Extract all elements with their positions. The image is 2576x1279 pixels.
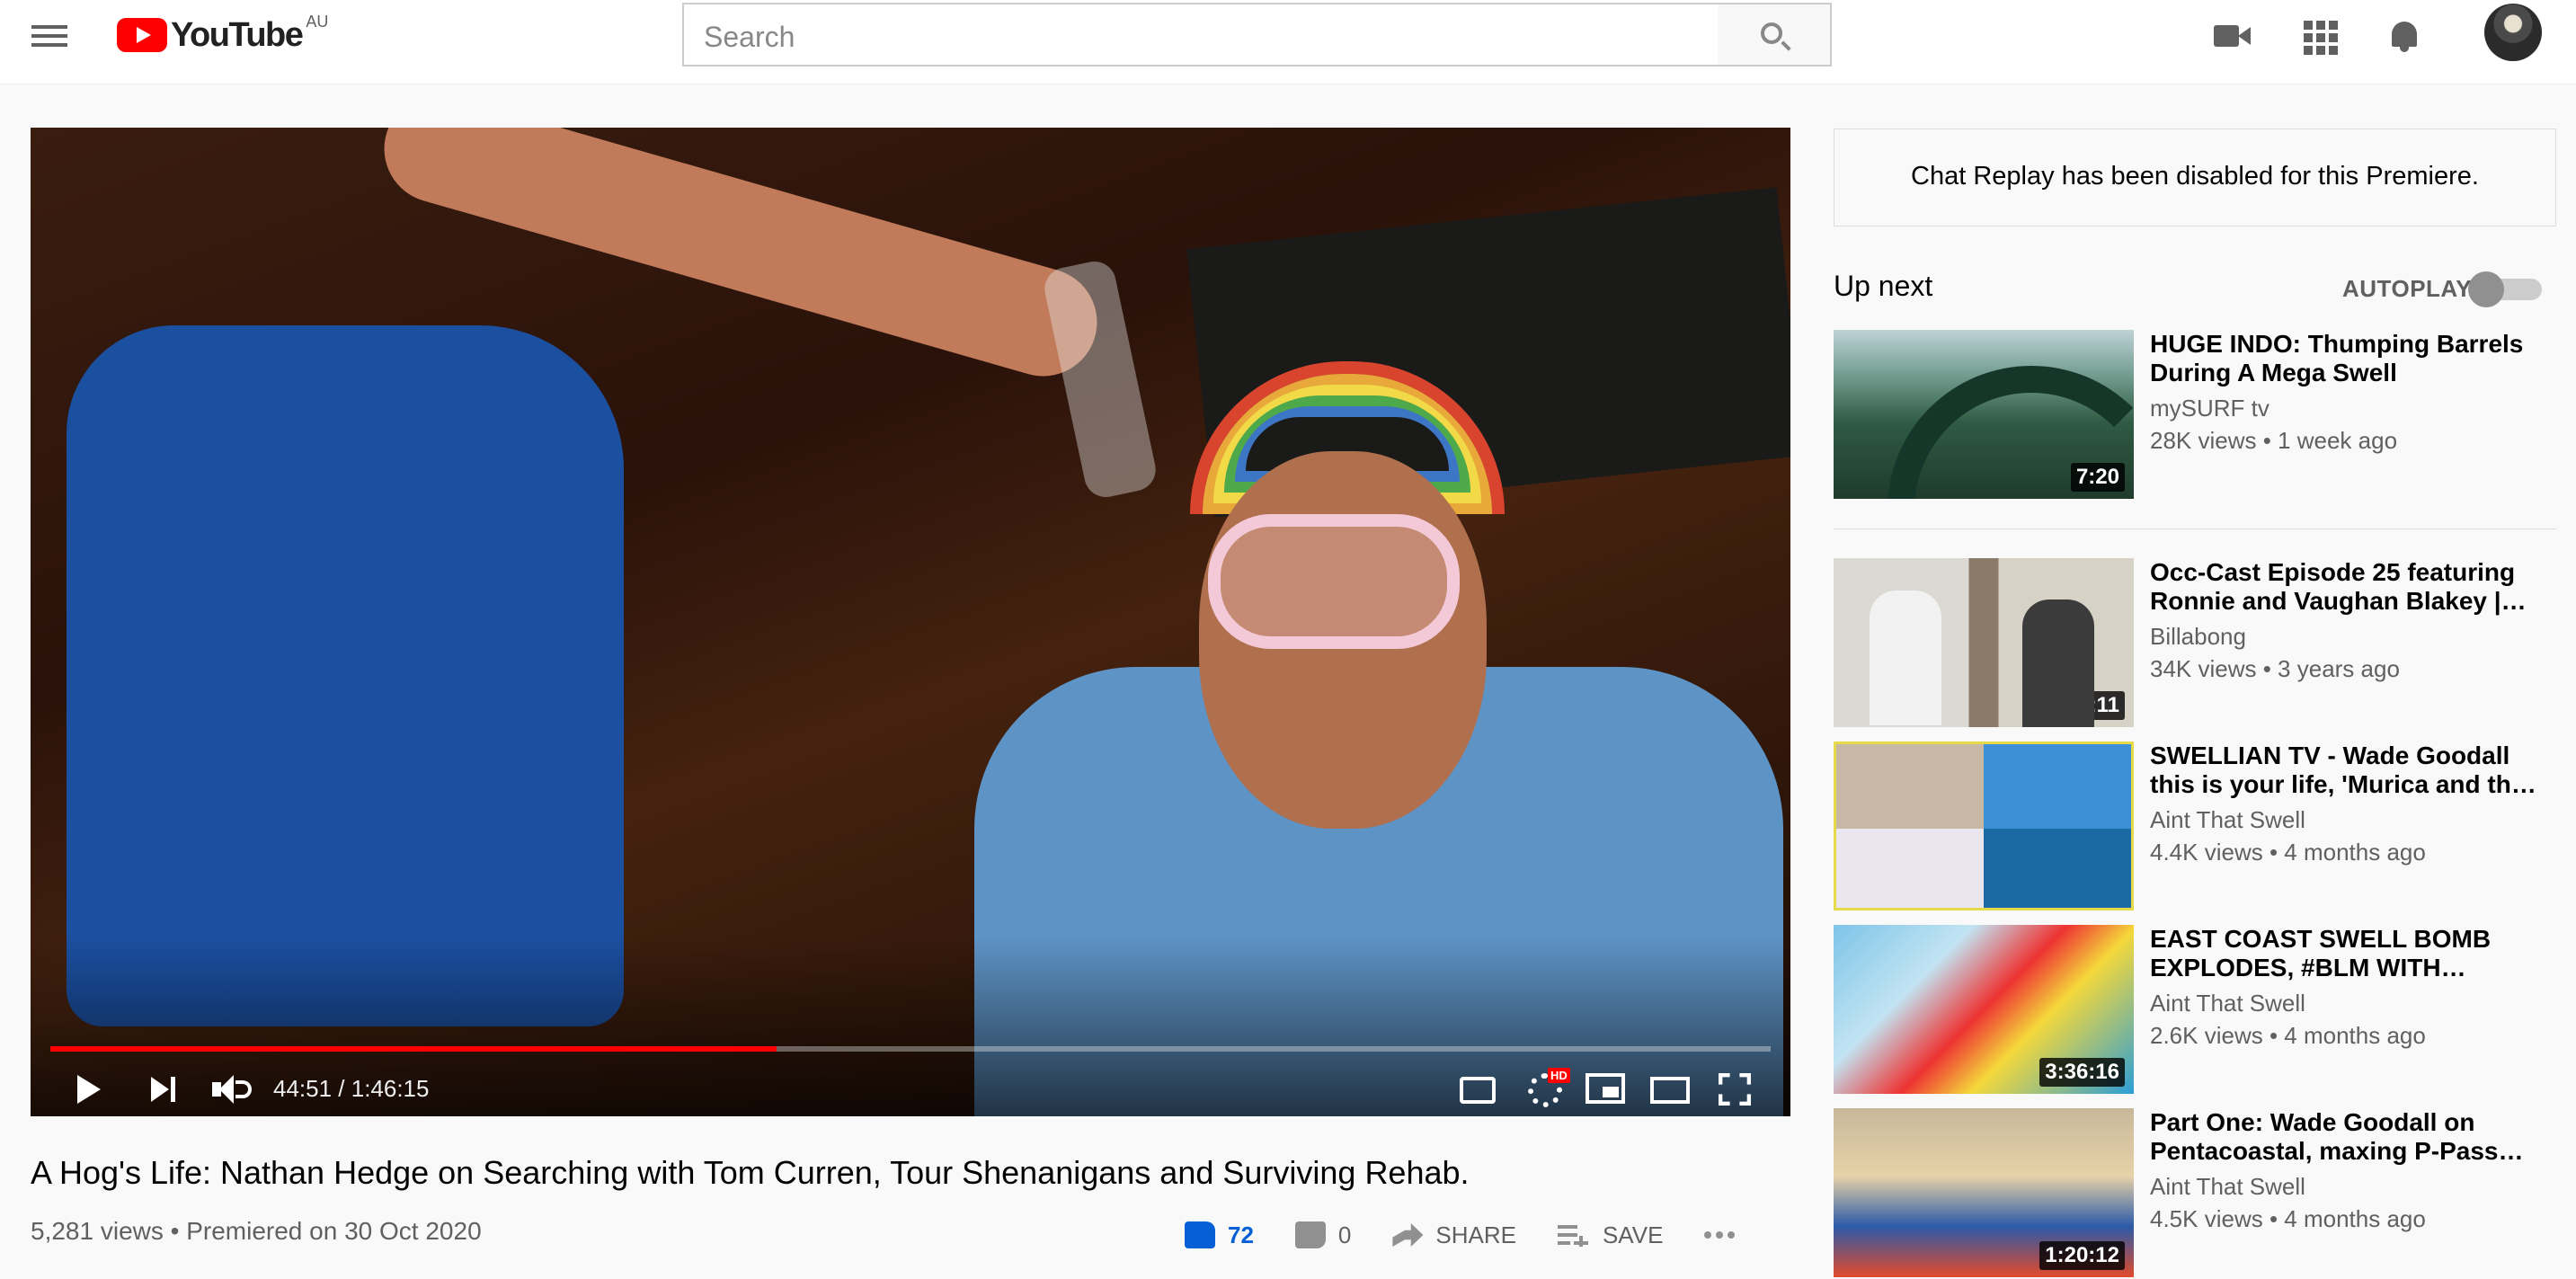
search-icon	[1761, 22, 1782, 44]
video-title[interactable]: SWELLIAN TV - Wade Goodall this is your …	[2150, 742, 2545, 799]
up-next-video[interactable]: 7:20 HUGE INDO: Thumping Barrels During …	[1834, 330, 2560, 501]
thumbs-down-icon	[1294, 1221, 1326, 1248]
play-logo-icon	[117, 18, 167, 52]
related-video[interactable]: 2:56:22 SWELLIAN TV - Wade Goodall this …	[1834, 742, 2560, 912]
search-input[interactable]: Search	[682, 3, 1719, 67]
video-title[interactable]: HUGE INDO: Thumping Barrels During A Meg…	[2150, 330, 2545, 387]
divider	[1834, 528, 2556, 529]
save-label: SAVE	[1602, 1221, 1664, 1248]
next-icon[interactable]	[151, 1077, 178, 1102]
channel-name[interactable]: Billabong	[2150, 623, 2246, 651]
video-title[interactable]: EAST COAST SWELL BOMB EXPLODES, #BLM WIT…	[2150, 925, 2545, 982]
theater-mode-icon[interactable]	[1650, 1077, 1690, 1104]
duration-badge: 3:36:16	[2039, 1058, 2125, 1087]
masthead: YouTube AU Search	[0, 0, 2576, 84]
share-icon	[1392, 1223, 1424, 1247]
video-title: A Hog's Life: Nathan Hedge on Searching …	[31, 1154, 1470, 1191]
video-stats: 34K views • 3 years ago	[2150, 655, 2400, 682]
up-next-heading: Up next	[1834, 270, 1933, 302]
progress-fill	[50, 1046, 777, 1052]
autoplay-toggle[interactable]	[2468, 271, 2542, 307]
save-playlist-icon	[1557, 1223, 1588, 1247]
thumbs-up-icon	[1185, 1221, 1215, 1248]
video-stats: 4.4K views • 4 months ago	[2150, 839, 2426, 866]
duration-badge: 7:20	[2070, 463, 2125, 492]
video-meta: 5,281 views • Premiered on 30 Oct 2020	[31, 1217, 482, 1245]
search-button[interactable]	[1718, 3, 1832, 67]
video-thumbnail[interactable]: 3:36:16	[1834, 925, 2134, 1094]
video-title[interactable]: Occ-Cast Episode 25 featuring Ronnie and…	[2150, 558, 2545, 616]
video-thumbnail[interactable]: 1:20:12	[1834, 1108, 2134, 1277]
dislike-button[interactable]: 0	[1294, 1221, 1352, 1249]
video-stats: 4.5K views • 4 months ago	[2150, 1205, 2426, 1232]
video-stats: 28K views • 1 week ago	[2150, 427, 2398, 454]
account-avatar[interactable]	[2484, 4, 2542, 61]
save-button[interactable]: SAVE	[1557, 1221, 1664, 1249]
like-count: 72	[1228, 1221, 1254, 1248]
duration-badge: 51:11	[2059, 691, 2125, 720]
duration-badge: 1:20:12	[2039, 1241, 2125, 1270]
related-video[interactable]: 51:11 Occ-Cast Episode 25 featuring Ronn…	[1834, 558, 2560, 729]
video-stats: 2.6K views • 4 months ago	[2150, 1022, 2426, 1049]
video-actions: 72 0 SHARE SAVE	[1185, 1215, 1736, 1255]
volume-icon[interactable]	[212, 1073, 252, 1106]
hd-badge: HD	[1548, 1068, 1570, 1083]
youtube-logo[interactable]: YouTube AU	[117, 13, 329, 54]
autoplay-label: AUTOPLAY	[2342, 275, 2473, 302]
channel-name[interactable]: Aint That Swell	[2150, 1173, 2305, 1201]
miniplayer-icon[interactable]	[1586, 1073, 1625, 1104]
time-display: 44:51 / 1:46:15	[273, 1075, 430, 1102]
apps-grid-icon[interactable]	[2301, 18, 2338, 55]
fullscreen-icon[interactable]	[1719, 1073, 1751, 1106]
video-thumbnail[interactable]: 51:11	[1834, 558, 2134, 727]
chat-replay-notice: Chat Replay has been disabled for this P…	[1834, 129, 2556, 226]
share-label: SHARE	[1435, 1221, 1516, 1248]
channel-name[interactable]: Aint That Swell	[2150, 806, 2305, 834]
dislike-count: 0	[1337, 1221, 1352, 1248]
player-controls: 44:51 / 1:46:15 HD	[31, 1062, 1790, 1116]
video-title[interactable]: Part One: Wade Goodall on Pentacoastal, …	[2150, 1108, 2545, 1166]
channel-name[interactable]: mySURF tv	[2150, 395, 2270, 422]
channel-name[interactable]: Aint That Swell	[2150, 990, 2305, 1017]
notifications-bell-icon[interactable]	[2386, 18, 2422, 54]
video-player[interactable]: 44:51 / 1:46:15 HD	[31, 128, 1790, 1116]
like-button[interactable]: 72	[1185, 1221, 1254, 1249]
subtitles-icon[interactable]	[1460, 1077, 1496, 1104]
duration-badge: 2:56:22	[2037, 872, 2122, 901]
related-video[interactable]: 3:36:16 EAST COAST SWELL BOMB EXPLODES, …	[1834, 925, 2560, 1096]
share-button[interactable]: SHARE	[1392, 1221, 1516, 1249]
video-thumbnail[interactable]: 7:20	[1834, 330, 2134, 499]
menu-icon[interactable]	[30, 20, 69, 49]
more-options-icon[interactable]	[1704, 1231, 1736, 1239]
video-thumbnail[interactable]: 2:56:22	[1834, 742, 2134, 910]
related-video[interactable]: 1:20:12 Part One: Wade Goodall on Pentac…	[1834, 1108, 2560, 1279]
play-icon[interactable]	[77, 1075, 101, 1104]
country-code: AU	[306, 13, 329, 31]
logo-text: YouTube	[171, 15, 304, 54]
progress-bar[interactable]	[50, 1046, 1771, 1052]
create-video-icon[interactable]	[2214, 18, 2251, 54]
